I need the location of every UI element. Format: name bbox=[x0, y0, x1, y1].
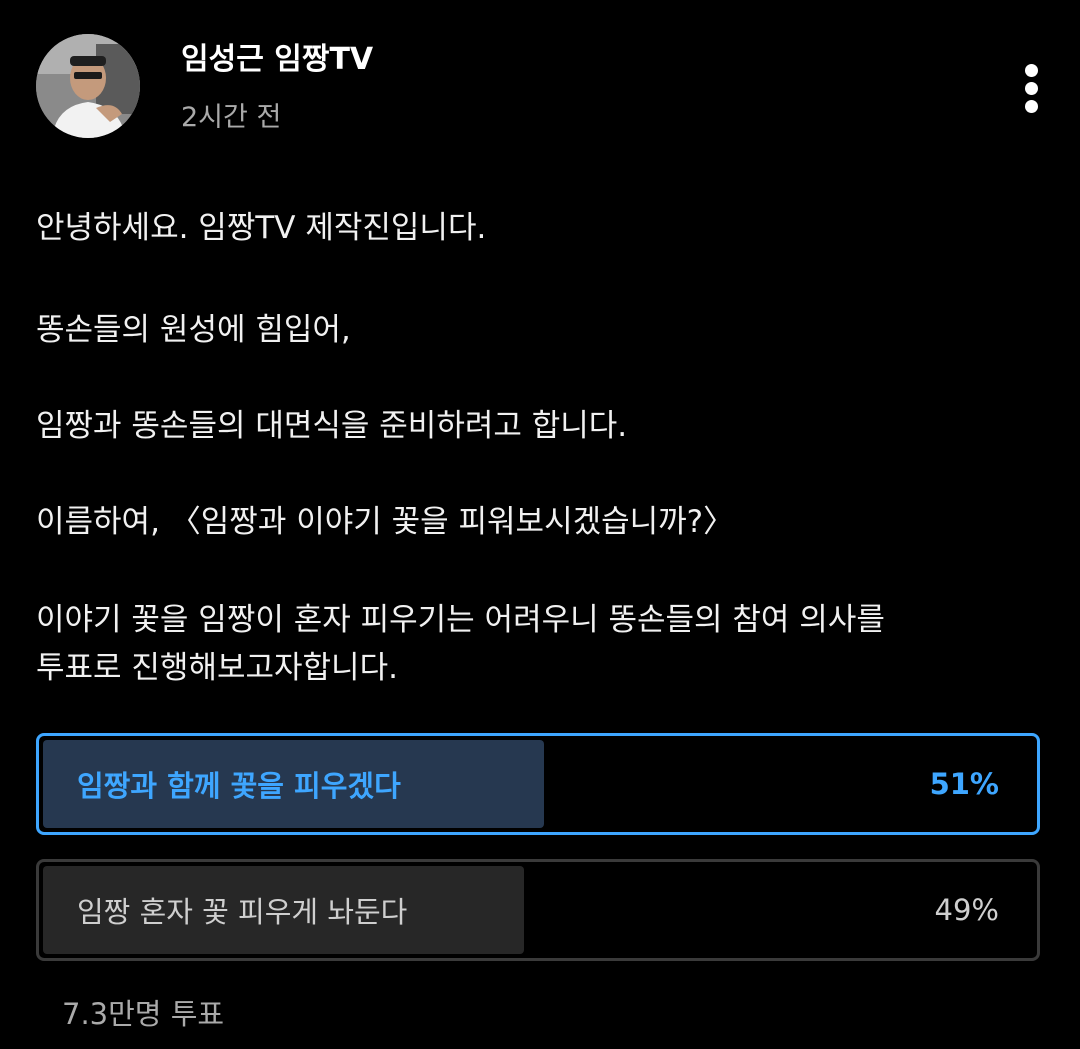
channel-name[interactable]: 임성근 임짱TV bbox=[181, 40, 373, 80]
poll-option-1[interactable]: 임짱과 함께 꽃을 피우겠다 51% bbox=[36, 733, 1040, 835]
poll-vote-count: 7.3만명 투표 bbox=[62, 997, 225, 1031]
menu-dot bbox=[1025, 100, 1038, 113]
post-paragraph: 안녕하세요. 임짱TV 제작진입니다. bbox=[36, 210, 487, 246]
poll-option-label: 임짱 혼자 꽃 피우게 놔둔다 bbox=[77, 895, 408, 929]
menu-dot bbox=[1025, 82, 1038, 95]
poll-option-percent: 49% bbox=[934, 893, 999, 927]
menu-dot bbox=[1025, 64, 1038, 77]
post-paragraph: 임짱과 똥손들의 대면식을 준비하려고 합니다. bbox=[36, 408, 628, 444]
poll-option-label: 임짱과 함께 꽃을 피우겠다 bbox=[77, 769, 401, 803]
avatar-image bbox=[36, 34, 140, 138]
post-paragraph: 이야기 꽃을 임짱이 혼자 피우기는 어려우니 똥손들의 참여 의사를 bbox=[36, 602, 885, 638]
poll-option-2[interactable]: 임짱 혼자 꽃 피우게 놔둔다 49% bbox=[36, 859, 1040, 961]
post-timestamp[interactable]: 2시간 전 bbox=[181, 100, 281, 136]
more-vertical-icon[interactable] bbox=[1008, 56, 1056, 122]
post-paragraph: 이름하여, 〈임짱과 이야기 꽃을 피워보시겠습니까?〉 bbox=[36, 504, 735, 540]
post-paragraph: 똥손들의 원성에 힘입어, bbox=[36, 312, 351, 348]
post-paragraph: 투표로 진행해보고자합니다. bbox=[36, 650, 398, 686]
poll-option-percent: 51% bbox=[929, 767, 999, 801]
channel-avatar[interactable] bbox=[36, 34, 140, 138]
community-post: 임성근 임짱TV 2시간 전 안녕하세요. 임짱TV 제작진입니다. 똥손들의 … bbox=[0, 0, 1080, 1049]
